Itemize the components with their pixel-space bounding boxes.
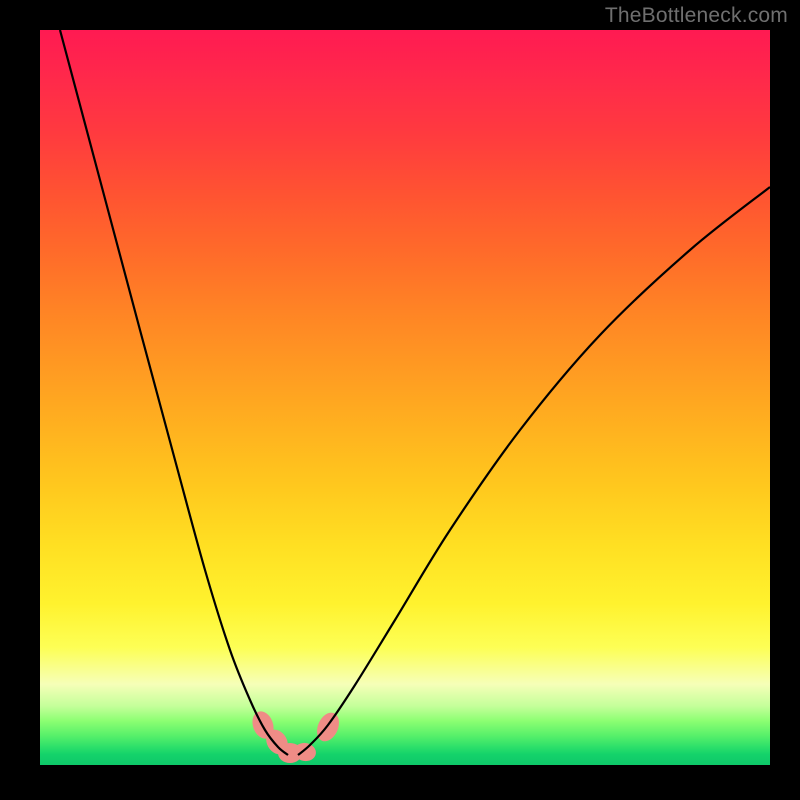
curve-left [60, 30, 288, 755]
plot-svg [40, 30, 770, 765]
curve-marker [313, 709, 343, 745]
chart-frame: TheBottleneck.com [0, 0, 800, 800]
curve-right [298, 187, 770, 755]
plot-area [40, 30, 770, 765]
marker-group [249, 708, 343, 763]
watermark-text: TheBottleneck.com [605, 4, 788, 28]
